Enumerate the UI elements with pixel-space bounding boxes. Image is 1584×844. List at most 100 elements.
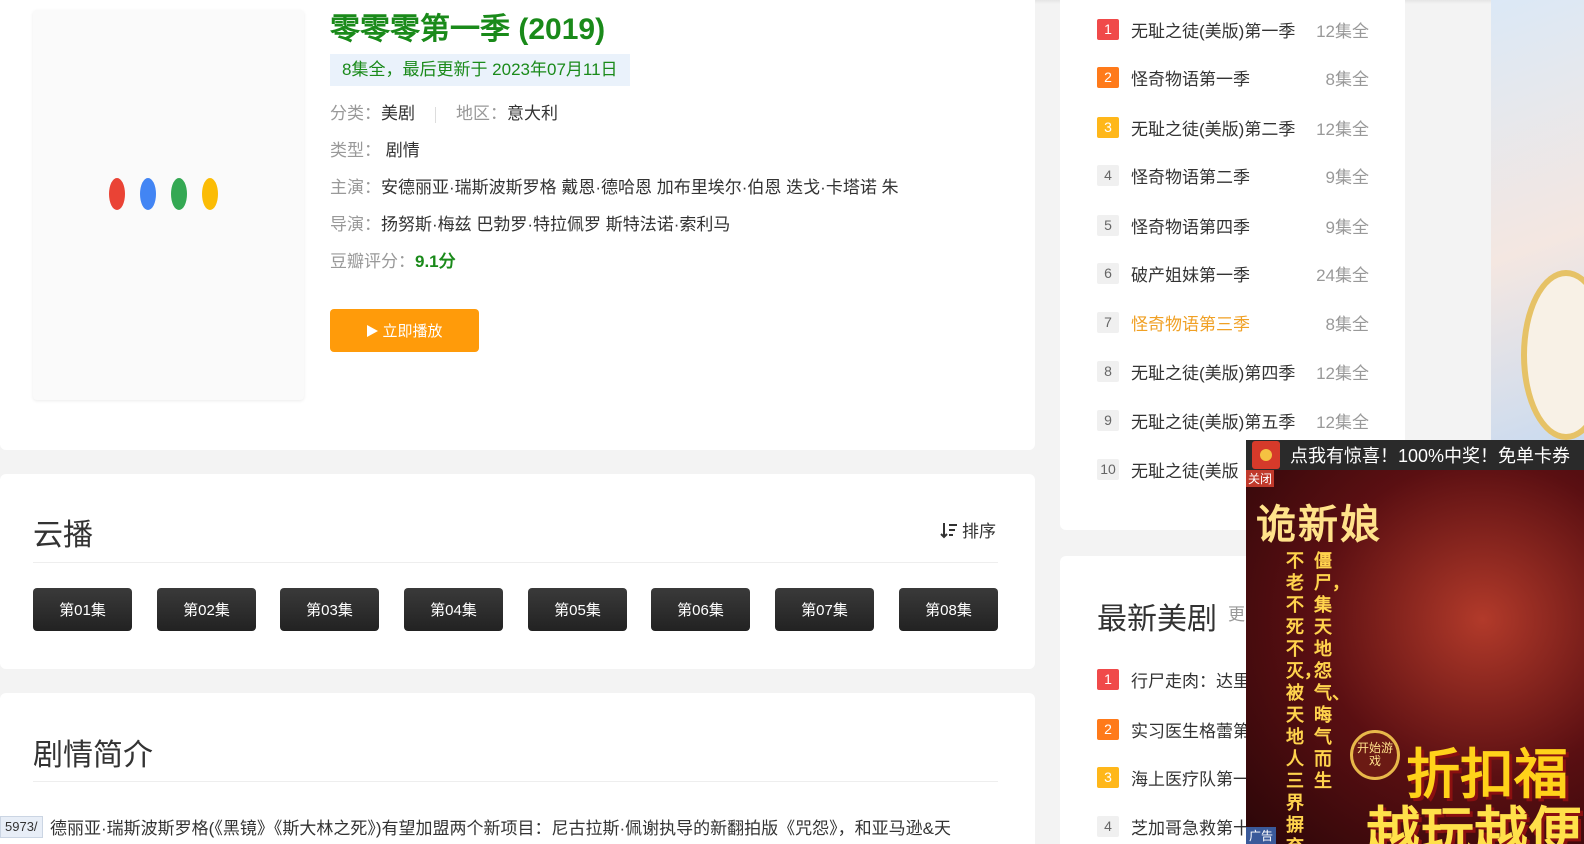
ranking-item[interactable]: 7 怪奇物语第三季 8集全 xyxy=(1097,310,1369,334)
loading-indicator xyxy=(109,178,218,210)
loading-dot xyxy=(109,178,125,210)
rank-title: 怪奇物语第一季 xyxy=(1131,69,1250,89)
rank-number: 6 xyxy=(1097,262,1119,284)
rank-title: 无耻之徒(美版)第四季 xyxy=(1131,363,1296,383)
episode-button[interactable]: 第03集 xyxy=(280,588,379,631)
play-now-button[interactable]: 立即播放 xyxy=(330,309,479,352)
ranking-item[interactable]: 4 怪奇物语第二季 9集全 xyxy=(1097,163,1369,187)
sort-label: 排序 xyxy=(962,522,996,541)
rank-title: 无耻之徒(美版)第一季 xyxy=(1131,21,1296,41)
episode-button[interactable]: 第08集 xyxy=(899,588,998,631)
loading-dot xyxy=(202,178,218,210)
divider xyxy=(435,106,436,123)
poster[interactable] xyxy=(33,10,304,400)
ad-title: 诡新娘 xyxy=(1256,501,1382,548)
rank-number: 9 xyxy=(1097,409,1119,431)
sort-icon xyxy=(940,522,957,538)
divider xyxy=(33,781,998,782)
ad-close-button[interactable]: 关闭 xyxy=(1246,470,1275,487)
ad-badge: 开始游戏 xyxy=(1350,730,1400,780)
rank-title: 怪奇物语第二季 xyxy=(1131,167,1250,187)
play-now-label: 立即播放 xyxy=(382,323,443,340)
rank-episode-count: 12集全 xyxy=(1316,363,1369,383)
ad-bar-text: 点我有惊喜！100%中奖！免单卡券 xyxy=(1290,446,1571,466)
ad-image[interactable]: 诡新娘 僵尸，集天地怨气、晦气而生 不老不死不灭，被天地人三界摒弃 开始游戏 折… xyxy=(1246,470,1584,844)
rank-title: 怪奇物语第四季 xyxy=(1131,217,1250,237)
genre-link[interactable]: 剧情 xyxy=(386,141,420,160)
rank-episode-count: 9集全 xyxy=(1325,167,1369,187)
latest-title: 最新美剧 xyxy=(1097,603,1217,636)
latest-number: 1 xyxy=(1097,668,1119,690)
rank-title: 怪奇物语第三季 xyxy=(1131,314,1250,334)
latest-number: 4 xyxy=(1097,815,1119,837)
update-status: 8集全，最后更新于 2023年07月11日 xyxy=(330,54,630,86)
rank-number: 7 xyxy=(1097,311,1119,333)
decorative-ring xyxy=(1521,270,1584,440)
ranking-item[interactable]: 1 无耻之徒(美版)第一季 12集全 xyxy=(1097,17,1369,41)
ad-big-text-2: 越玩越便 xyxy=(1366,803,1582,844)
latest-number: 3 xyxy=(1097,766,1119,788)
ranking-item[interactable]: 2 怪奇物语第一季 8集全 xyxy=(1097,65,1369,89)
rank-title: 破产姐妹第一季 xyxy=(1131,265,1250,285)
rating-key: 豆瓣评分： xyxy=(330,252,415,271)
region-link[interactable]: 意大利 xyxy=(507,104,558,123)
rank-number: 4 xyxy=(1097,164,1119,186)
rank-episode-count: 24集全 xyxy=(1316,265,1369,285)
meta-category-region: 分类：美剧 地区：意大利 xyxy=(330,99,558,124)
episode-button[interactable]: 第07集 xyxy=(775,588,874,631)
rank-title: 无耻之徒(美版)第二季 xyxy=(1131,119,1296,139)
ranking-item[interactable]: 6 破产姐妹第一季 24集全 xyxy=(1097,261,1369,285)
episode-button[interactable]: 第05集 xyxy=(528,588,627,631)
rank-episode-count: 8集全 xyxy=(1325,314,1369,334)
divider xyxy=(33,562,998,563)
red-envelope-icon xyxy=(1252,441,1280,469)
episode-button[interactable]: 第04集 xyxy=(404,588,503,631)
category-link[interactable]: 美剧 xyxy=(381,104,415,123)
play-icon xyxy=(367,324,379,337)
loading-dot xyxy=(171,178,187,210)
rank-episode-count: 12集全 xyxy=(1316,412,1369,432)
sort-button[interactable]: 排序 xyxy=(940,517,996,542)
region-key: 地区： xyxy=(456,104,507,123)
rank-number: 3 xyxy=(1097,116,1119,138)
rank-number: 5 xyxy=(1097,214,1119,236)
director-list[interactable]: 扬努斯·梅兹 巴勃罗·特拉佩罗 斯特法诺·索利马 xyxy=(381,215,730,234)
latest-number: 2 xyxy=(1097,718,1119,740)
synopsis-title: 剧情简介 xyxy=(33,739,153,772)
ranking-item[interactable]: 9 无耻之徒(美版)第五季 12集全 xyxy=(1097,408,1369,432)
rank-number: 2 xyxy=(1097,66,1119,88)
rank-episode-count: 8集全 xyxy=(1325,69,1369,89)
director-key: 导演： xyxy=(330,215,381,234)
meta-genre: 类型： 剧情 xyxy=(330,136,420,161)
rank-number: 8 xyxy=(1097,360,1119,382)
cast-list[interactable]: 安德丽亚·瑞斯波斯罗格 戴恩·德哈恩 加布里埃尔·伯恩 迭戈·卡塔诺 朱 xyxy=(381,178,899,197)
latest-more-link[interactable]: 更 xyxy=(1228,600,1245,625)
ad-bar[interactable]: 点我有惊喜！100%中奖！免单卡券 xyxy=(1246,440,1584,470)
meta-cast: 主演：安德丽亚·瑞斯波斯罗格 戴恩·德哈恩 加布里埃尔·伯恩 迭戈·卡塔诺 朱 xyxy=(330,173,899,198)
rank-episode-count: 12集全 xyxy=(1316,21,1369,41)
status-url: 5973/ xyxy=(0,816,43,838)
show-title: 零零零第一季 (2019) xyxy=(330,13,606,46)
ranking-item[interactable]: 8 无耻之徒(美版)第四季 12集全 xyxy=(1097,359,1369,383)
rank-number: 1 xyxy=(1097,18,1119,40)
meta-rating: 豆瓣评分：9.1分 xyxy=(330,247,456,272)
ad-tag: 广告 xyxy=(1246,827,1277,844)
ad-slogan-2: 不老不死不灭，被天地人三界摒弃 xyxy=(1286,551,1322,844)
ranking-item[interactable]: 3 无耻之徒(美版)第二季 12集全 xyxy=(1097,115,1369,139)
rank-episode-count: 9集全 xyxy=(1325,217,1369,237)
meta-director: 导演：扬努斯·梅兹 巴勃罗·特拉佩罗 斯特法诺·索利马 xyxy=(330,210,730,235)
episode-button[interactable]: 第02集 xyxy=(157,588,256,631)
cast-key: 主演： xyxy=(330,178,381,197)
rank-episode-count: 12集全 xyxy=(1316,119,1369,139)
loading-dot xyxy=(140,178,156,210)
category-key: 分类： xyxy=(330,104,381,123)
cloud-play-panel xyxy=(0,474,1035,669)
cloud-title: 云播 xyxy=(33,519,93,552)
episode-button[interactable]: 第06集 xyxy=(651,588,750,631)
ranking-item[interactable]: 5 怪奇物语第四季 9集全 xyxy=(1097,213,1369,237)
rank-number: 10 xyxy=(1097,458,1119,480)
rating-value: 9.1分 xyxy=(415,252,456,271)
episode-button[interactable]: 第01集 xyxy=(33,588,132,631)
rank-title: 无耻之徒(美版)第五季 xyxy=(1131,412,1296,432)
genre-key: 类型： xyxy=(330,141,381,160)
